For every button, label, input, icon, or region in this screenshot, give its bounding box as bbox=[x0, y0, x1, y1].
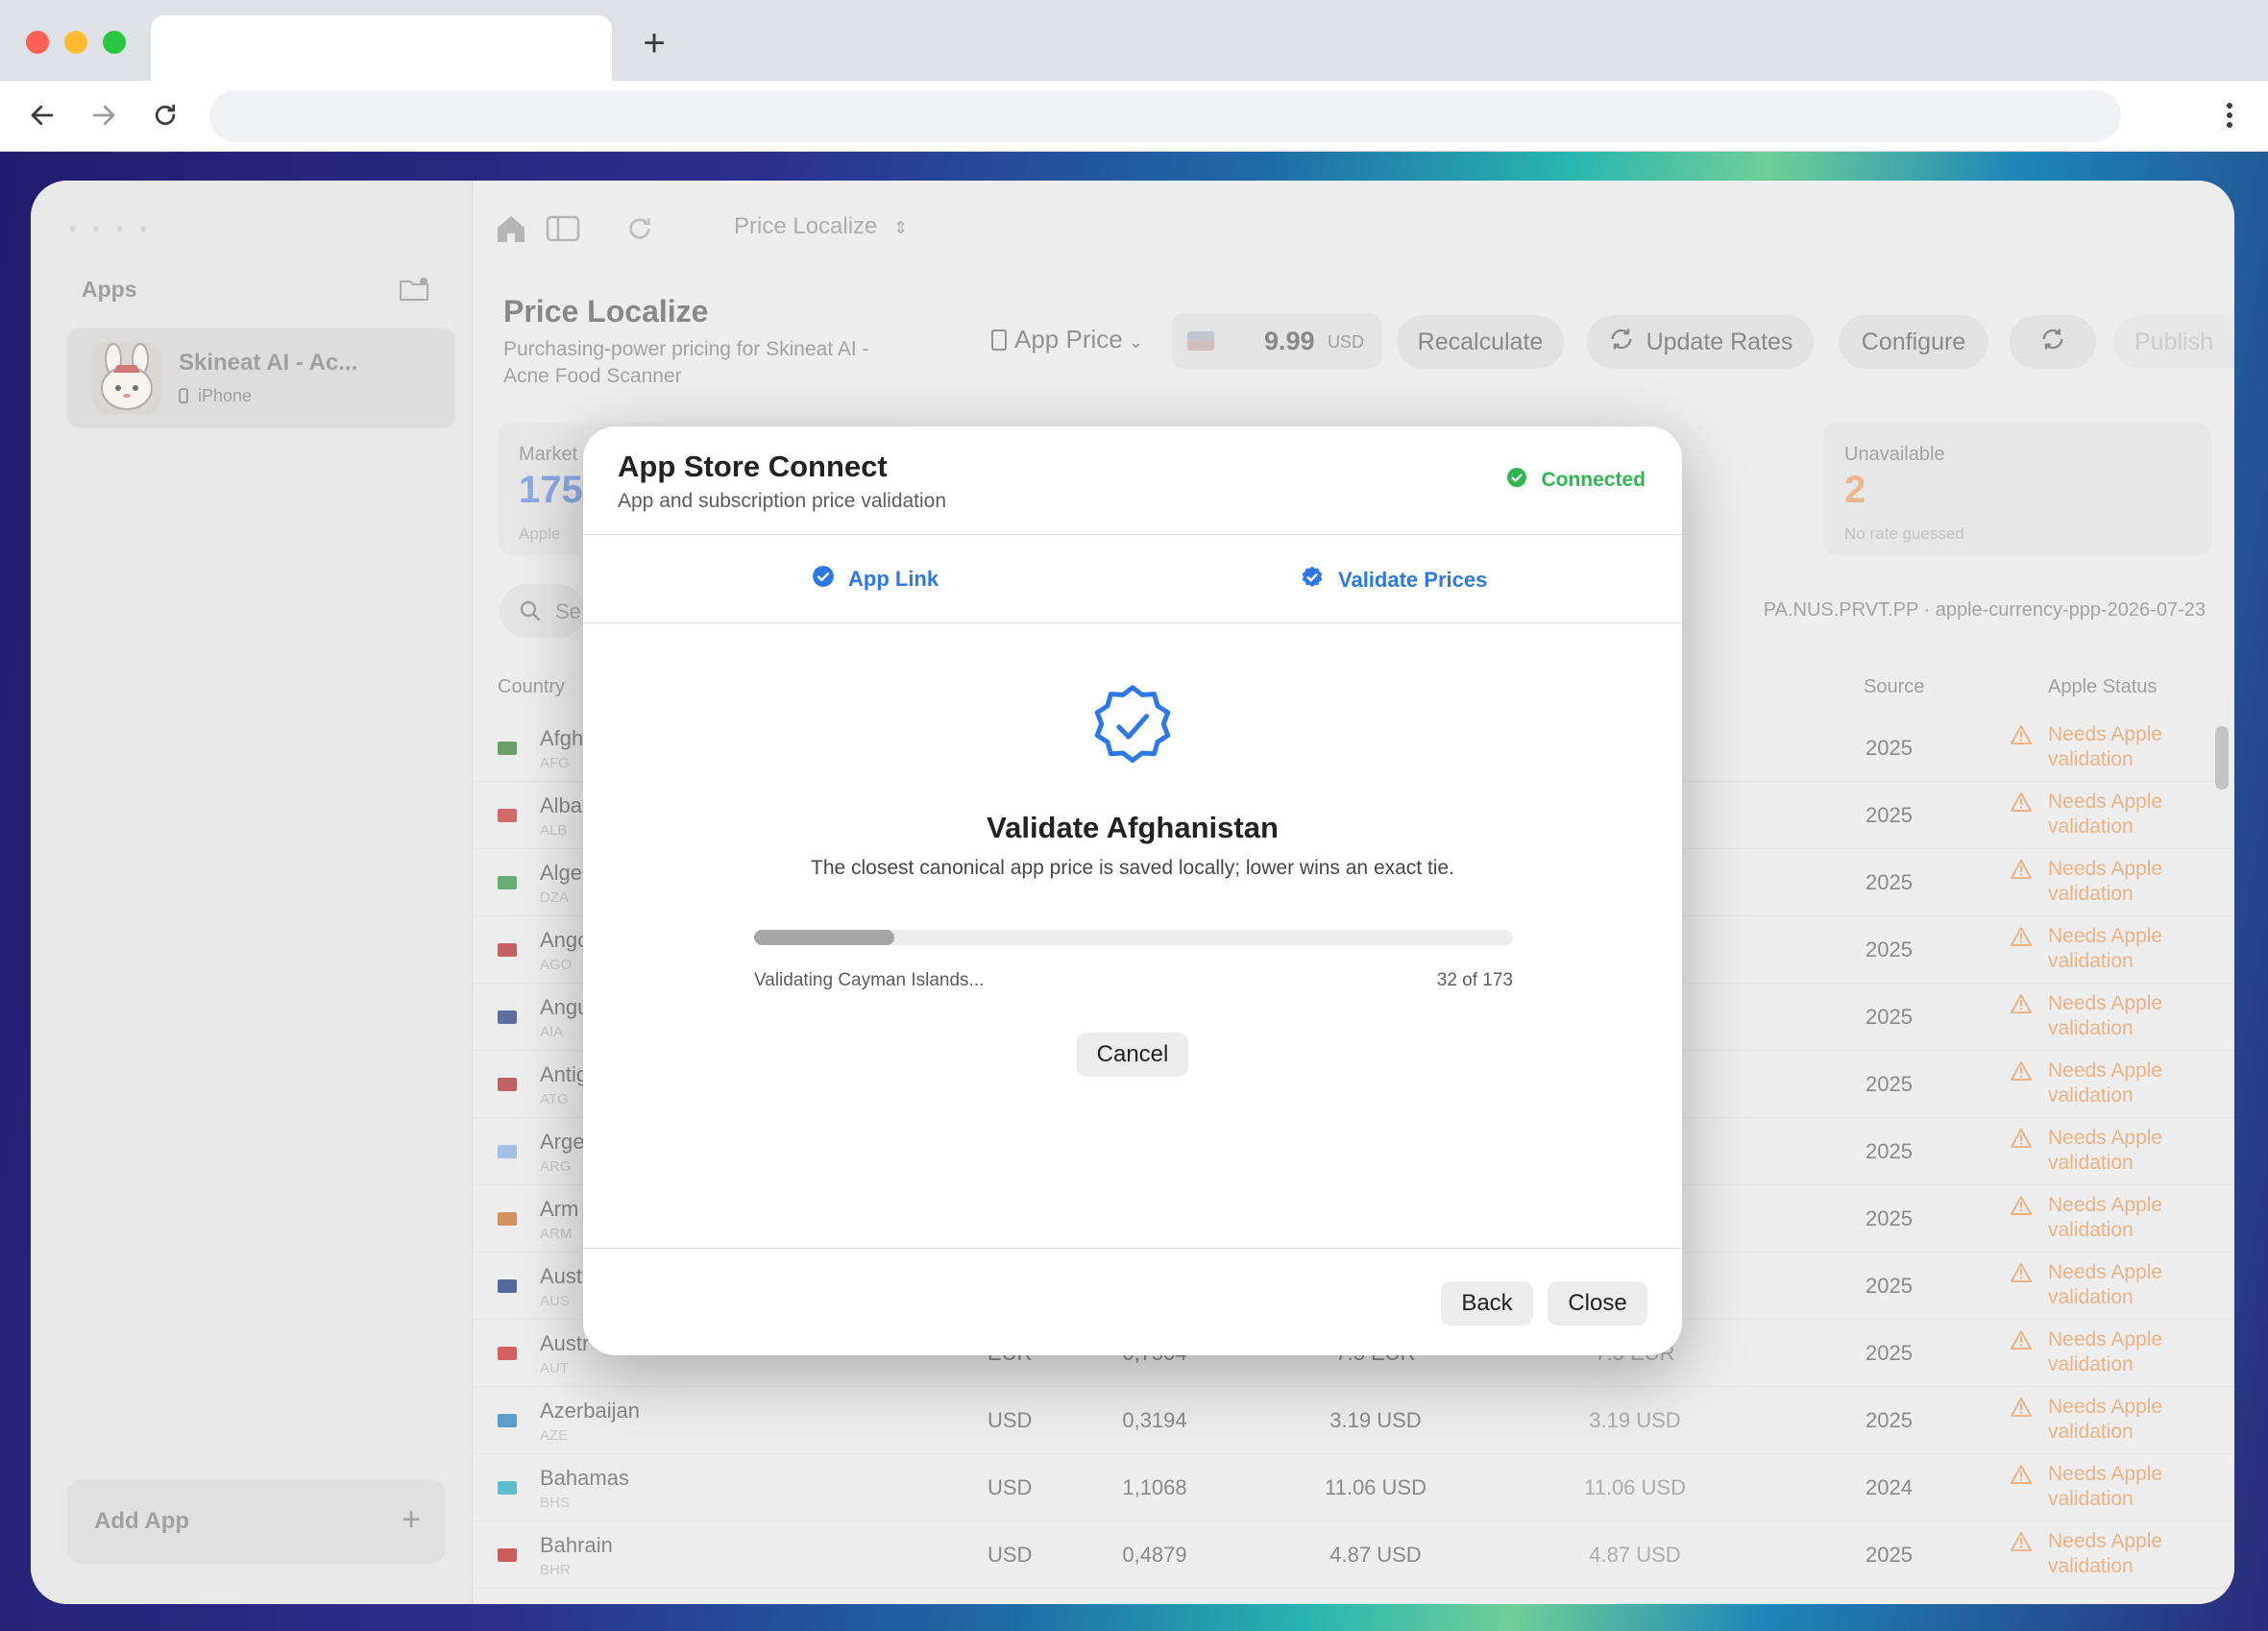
forward-arrow-icon[interactable] bbox=[83, 94, 125, 136]
step-app-link[interactable]: App Link bbox=[812, 565, 939, 594]
new-tab-button[interactable]: + bbox=[636, 24, 672, 62]
browser-tab[interactable] bbox=[151, 15, 612, 81]
validation-progress-bar bbox=[754, 930, 1513, 945]
progress-fill bbox=[754, 930, 895, 945]
divider bbox=[583, 534, 1682, 535]
back-button[interactable]: Back bbox=[1441, 1281, 1533, 1326]
maximize-window-button[interactable] bbox=[103, 31, 126, 54]
more-icon[interactable] bbox=[2208, 94, 2251, 136]
dialog-subtitle: App and subscription price validation bbox=[618, 490, 947, 512]
check-badge-icon bbox=[1088, 682, 1177, 770]
check-badge-icon bbox=[1300, 565, 1325, 596]
address-bar[interactable] bbox=[209, 90, 2121, 142]
connection-status: Connected bbox=[1506, 467, 1646, 494]
close-button[interactable]: Close bbox=[1548, 1281, 1647, 1326]
validation-description: The closest canonical app price is saved… bbox=[811, 857, 1454, 879]
validation-heading: Validate Afghanistan bbox=[987, 811, 1279, 844]
check-circle-icon bbox=[1506, 467, 1527, 494]
close-window-button[interactable] bbox=[26, 31, 49, 54]
progress-label: Validating Cayman Islands... bbox=[754, 970, 985, 990]
browser-tab-strip: + bbox=[0, 0, 2268, 81]
minimize-window-button[interactable] bbox=[64, 31, 87, 54]
browser-toolbar bbox=[0, 81, 2268, 152]
cancel-button[interactable]: Cancel bbox=[1077, 1033, 1188, 1077]
connection-status-label: Connected bbox=[1541, 469, 1646, 491]
back-arrow-icon[interactable] bbox=[21, 94, 63, 136]
step-app-link-label: App Link bbox=[848, 567, 939, 591]
step-validate-prices[interactable]: Validate Prices bbox=[1300, 565, 1487, 596]
dialog-title: App Store Connect bbox=[618, 450, 888, 483]
divider bbox=[583, 1248, 1682, 1249]
check-circle-icon bbox=[812, 565, 835, 594]
reload-icon[interactable] bbox=[144, 94, 186, 136]
progress-count: 32 of 173 bbox=[1436, 970, 1513, 990]
step-validate-prices-label: Validate Prices bbox=[1338, 568, 1488, 592]
divider bbox=[583, 622, 1682, 623]
app-store-connect-dialog: App Store Connect App and subscription p… bbox=[583, 426, 1682, 1355]
